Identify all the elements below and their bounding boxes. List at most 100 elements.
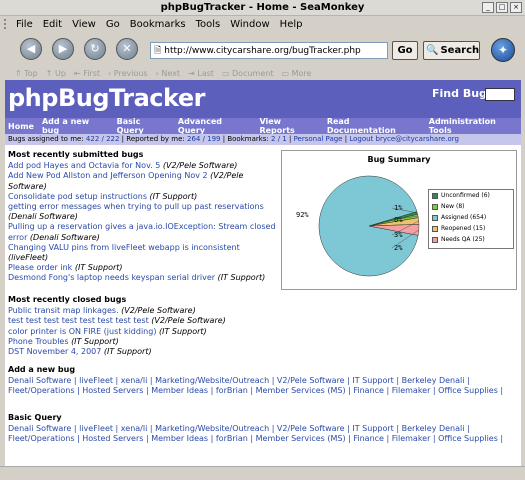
closed-heading: Most recently closed bugs bbox=[8, 295, 127, 304]
legend-swatch bbox=[432, 236, 438, 243]
nav-view-reports[interactable]: View Reports bbox=[259, 117, 318, 135]
stats-bar: Bugs assigned to me: 422 / 222 | Reporte… bbox=[5, 134, 521, 145]
legend-label: New (8) bbox=[441, 203, 465, 210]
url-bar[interactable]: 🗎 http://www.citycarshare.org/bugTracker… bbox=[150, 42, 388, 59]
submitted-bug-link[interactable]: getting error messages when trying to pu… bbox=[8, 202, 264, 211]
back-icon[interactable]: ◀ bbox=[20, 38, 42, 60]
pie-slice-label: 2% bbox=[394, 244, 403, 252]
status-bar bbox=[0, 466, 525, 480]
menu-help[interactable]: Help bbox=[280, 19, 303, 30]
basic-query-project-links[interactable]: Denali Software | liveFleet | xena/li | … bbox=[8, 424, 508, 444]
logout-link[interactable]: Logout bryce@citycarshare.org bbox=[349, 135, 459, 143]
submitted-heading: Most recently submitted bugs bbox=[8, 150, 144, 159]
submitted-bug-link[interactable]: Please order ink bbox=[8, 263, 72, 272]
navigation-toolbar: ◀ ▶ ↻ ✕ 🗎 http://www.citycarshare.org/bu… bbox=[0, 32, 525, 66]
nav-document[interactable]: ▭ Document bbox=[222, 69, 274, 78]
close-button[interactable]: × bbox=[510, 2, 522, 13]
legend-label: Assigned (654) bbox=[441, 214, 487, 221]
submitted-bug-item: Please order ink (IT Support) bbox=[8, 263, 276, 273]
legend-entry: Unconfirmed (6) bbox=[429, 190, 513, 201]
submitted-bug-link[interactable]: Add pod Hayes and Octavia for Nov. 5 bbox=[8, 161, 160, 170]
nav-up[interactable]: ↑ Up bbox=[46, 69, 66, 78]
closed-bug-project: (IT Support) bbox=[71, 336, 119, 346]
closed-bugs-section: Most recently closed bugs Public transit… bbox=[8, 295, 276, 357]
submitted-bug-project: (Denali Software) bbox=[29, 232, 100, 242]
bookmarks-count-link[interactable]: 2 / 1 bbox=[271, 135, 287, 143]
assigned-count-link[interactable]: 422 / 222 bbox=[86, 135, 120, 143]
legend-label: Unconfirmed (6) bbox=[441, 192, 490, 199]
submitted-bug-project: (liveFleet) bbox=[8, 253, 49, 263]
forward-icon[interactable]: ▶ bbox=[52, 38, 74, 60]
nav-basic-query[interactable]: Basic Query bbox=[117, 117, 170, 135]
menu-bookmarks[interactable]: Bookmarks bbox=[130, 19, 186, 30]
maximize-button[interactable]: □ bbox=[496, 2, 508, 13]
submitted-bug-project: (V2/Pele Software) bbox=[162, 161, 238, 171]
go-button[interactable]: Go bbox=[392, 41, 418, 60]
closed-bug-link[interactable]: color printer is ON FIRE (just kidding) bbox=[8, 327, 156, 336]
personal-page-link[interactable]: Personal Page bbox=[294, 135, 343, 143]
legend-swatch bbox=[432, 203, 438, 210]
nav-add-bug[interactable]: Add a new bug bbox=[42, 117, 109, 135]
search-icon: 🔍 bbox=[426, 45, 439, 56]
pie-slice-label: 0% bbox=[394, 216, 403, 224]
page-icon: 🗎 bbox=[154, 45, 162, 56]
closed-bug-item: test test test test test test test test … bbox=[8, 316, 276, 326]
nav-home[interactable]: Home bbox=[8, 122, 34, 131]
reported-label: Reported by me: bbox=[126, 135, 185, 143]
submitted-bug-item: Pulling up a reservation gives a java.io… bbox=[8, 222, 276, 242]
app-nav: Home Add a new bug Basic Query Advanced … bbox=[5, 117, 521, 135]
submitted-bug-link[interactable]: Add New Pod Allston and Jefferson Openin… bbox=[8, 171, 208, 180]
submitted-bug-item: Consolidate pod setup instructions (IT S… bbox=[8, 192, 276, 202]
menu-go[interactable]: Go bbox=[106, 19, 120, 30]
legend-swatch bbox=[432, 192, 438, 199]
closed-bug-link[interactable]: Public transit map linkages. bbox=[8, 306, 119, 315]
nav-previous[interactable]: ‹ Previous bbox=[108, 69, 148, 78]
nav-advanced-query[interactable]: Advanced Query bbox=[178, 117, 252, 135]
nav-top[interactable]: ⇑ Top bbox=[15, 69, 38, 78]
app-logo: phpBugTracker bbox=[8, 84, 205, 112]
chart-legend: Unconfirmed (6) New (8) Assigned (654) Reop… bbox=[428, 189, 514, 249]
add-bug-project-links[interactable]: Denali Software | liveFleet | xena/li | … bbox=[8, 376, 508, 396]
nav-read-docs[interactable]: Read Documentation bbox=[327, 117, 421, 135]
basic-query-section: Basic Query Denali Software | liveFleet … bbox=[8, 413, 508, 445]
legend-entry: Needs QA (25) bbox=[429, 234, 513, 245]
find-bug-input[interactable] bbox=[485, 88, 515, 101]
legend-entry: Reopened (15) bbox=[429, 223, 513, 234]
search-button[interactable]: 🔍 Search bbox=[423, 41, 480, 60]
menu-view[interactable]: View bbox=[72, 19, 96, 30]
closed-bug-link[interactable]: test test test test test test test test bbox=[8, 316, 149, 325]
submitted-bug-link[interactable]: Changing VALU pins from liveFleet webapp… bbox=[8, 243, 240, 252]
url-text: http://www.citycarshare.org/bugTracker.p… bbox=[164, 45, 361, 56]
nav-first[interactable]: ⇤ First bbox=[74, 69, 100, 78]
menu-edit[interactable]: Edit bbox=[43, 19, 62, 30]
nav-last[interactable]: ⇥ Last bbox=[188, 69, 214, 78]
add-bug-heading: Add a new bug bbox=[8, 365, 76, 374]
closed-bug-link[interactable]: DST November 4, 2007 bbox=[8, 347, 101, 356]
submitted-bugs-section: Most recently submitted bugs Add pod Hay… bbox=[8, 150, 276, 284]
nav-next[interactable]: › Next bbox=[156, 69, 180, 78]
nav-admin-tools[interactable]: Administration Tools bbox=[429, 117, 521, 135]
window-titlebar: phpBugTracker - Home - SeaMonkey _ □ × bbox=[0, 0, 525, 16]
search-label: Search bbox=[440, 45, 480, 56]
add-bug-section: Add a new bug Denali Software | liveFlee… bbox=[8, 365, 508, 397]
minimize-button[interactable]: _ bbox=[482, 2, 494, 13]
browser-logo-icon[interactable]: ✦ bbox=[491, 38, 515, 62]
menu-tools[interactable]: Tools bbox=[196, 19, 221, 30]
toolbar-grip-icon[interactable] bbox=[4, 19, 9, 29]
menu-window[interactable]: Window bbox=[230, 19, 269, 30]
pie-slice-label: 1% bbox=[394, 204, 403, 212]
submitted-bug-item: Add New Pod Allston and Jefferson Openin… bbox=[8, 171, 276, 191]
legend-swatch bbox=[432, 214, 438, 221]
menu-bar: File Edit View Go Bookmarks Tools Window… bbox=[0, 16, 525, 32]
legend-label: Needs QA (25) bbox=[441, 236, 485, 243]
menu-file[interactable]: File bbox=[16, 19, 33, 30]
closed-bug-item: DST November 4, 2007 (IT Support) bbox=[8, 347, 276, 357]
submitted-bug-link[interactable]: Desmond Fong's laptop needs keyspan seri… bbox=[8, 273, 215, 282]
submitted-bug-link[interactable]: Consolidate pod setup instructions bbox=[8, 192, 147, 201]
chart-title: Bug Summary bbox=[367, 155, 431, 164]
reload-icon[interactable]: ↻ bbox=[84, 38, 106, 60]
nav-more[interactable]: ▭ More bbox=[281, 69, 311, 78]
closed-bug-link[interactable]: Phone Troubles bbox=[8, 337, 69, 346]
stop-icon[interactable]: ✕ bbox=[116, 38, 138, 60]
reported-count-link[interactable]: 264 / 199 bbox=[187, 135, 221, 143]
